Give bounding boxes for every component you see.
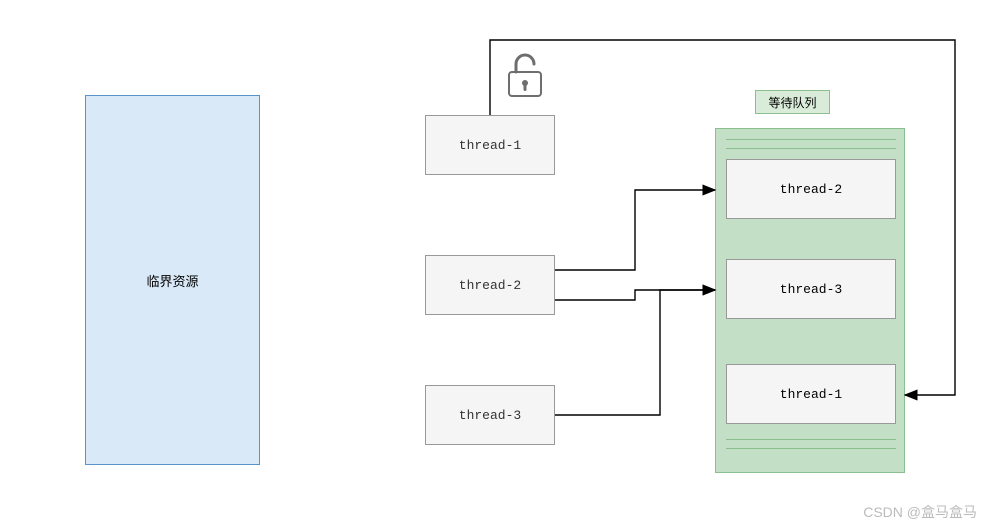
wait-queue: thread-2 thread-3 thread-1 — [715, 128, 905, 473]
thread-1-box: thread-1 — [425, 115, 555, 175]
thread-1-label: thread-1 — [459, 138, 521, 153]
arrow-t2-to-q1 — [555, 190, 715, 270]
arrow-t3-to-q2 — [555, 290, 715, 415]
queue-slot-1: thread-2 — [726, 159, 896, 219]
wait-queue-label-box: 等待队列 — [755, 90, 830, 114]
thread-3-box: thread-3 — [425, 385, 555, 445]
queue-item-1: thread-2 — [780, 182, 842, 197]
queue-item-3: thread-1 — [780, 387, 842, 402]
wait-queue-label: 等待队列 — [768, 94, 816, 111]
critical-resource-label: 临界资源 — [146, 271, 198, 290]
arrow-t2-to-q2 — [555, 290, 715, 300]
lock-open-icon — [500, 50, 546, 104]
thread-3-label: thread-3 — [459, 408, 521, 423]
thread-2-box: thread-2 — [425, 255, 555, 315]
queue-item-2: thread-3 — [780, 282, 842, 297]
watermark-text: CSDN @盒马盒马 — [863, 504, 977, 520]
queue-slot-3: thread-1 — [726, 364, 896, 424]
queue-slot-2: thread-3 — [726, 259, 896, 319]
watermark: CSDN @盒马盒马 — [863, 502, 977, 522]
thread-2-label: thread-2 — [459, 278, 521, 293]
queue-gap — [726, 439, 896, 449]
queue-gap — [726, 139, 896, 149]
critical-resource-box: 临界资源 — [85, 95, 260, 465]
